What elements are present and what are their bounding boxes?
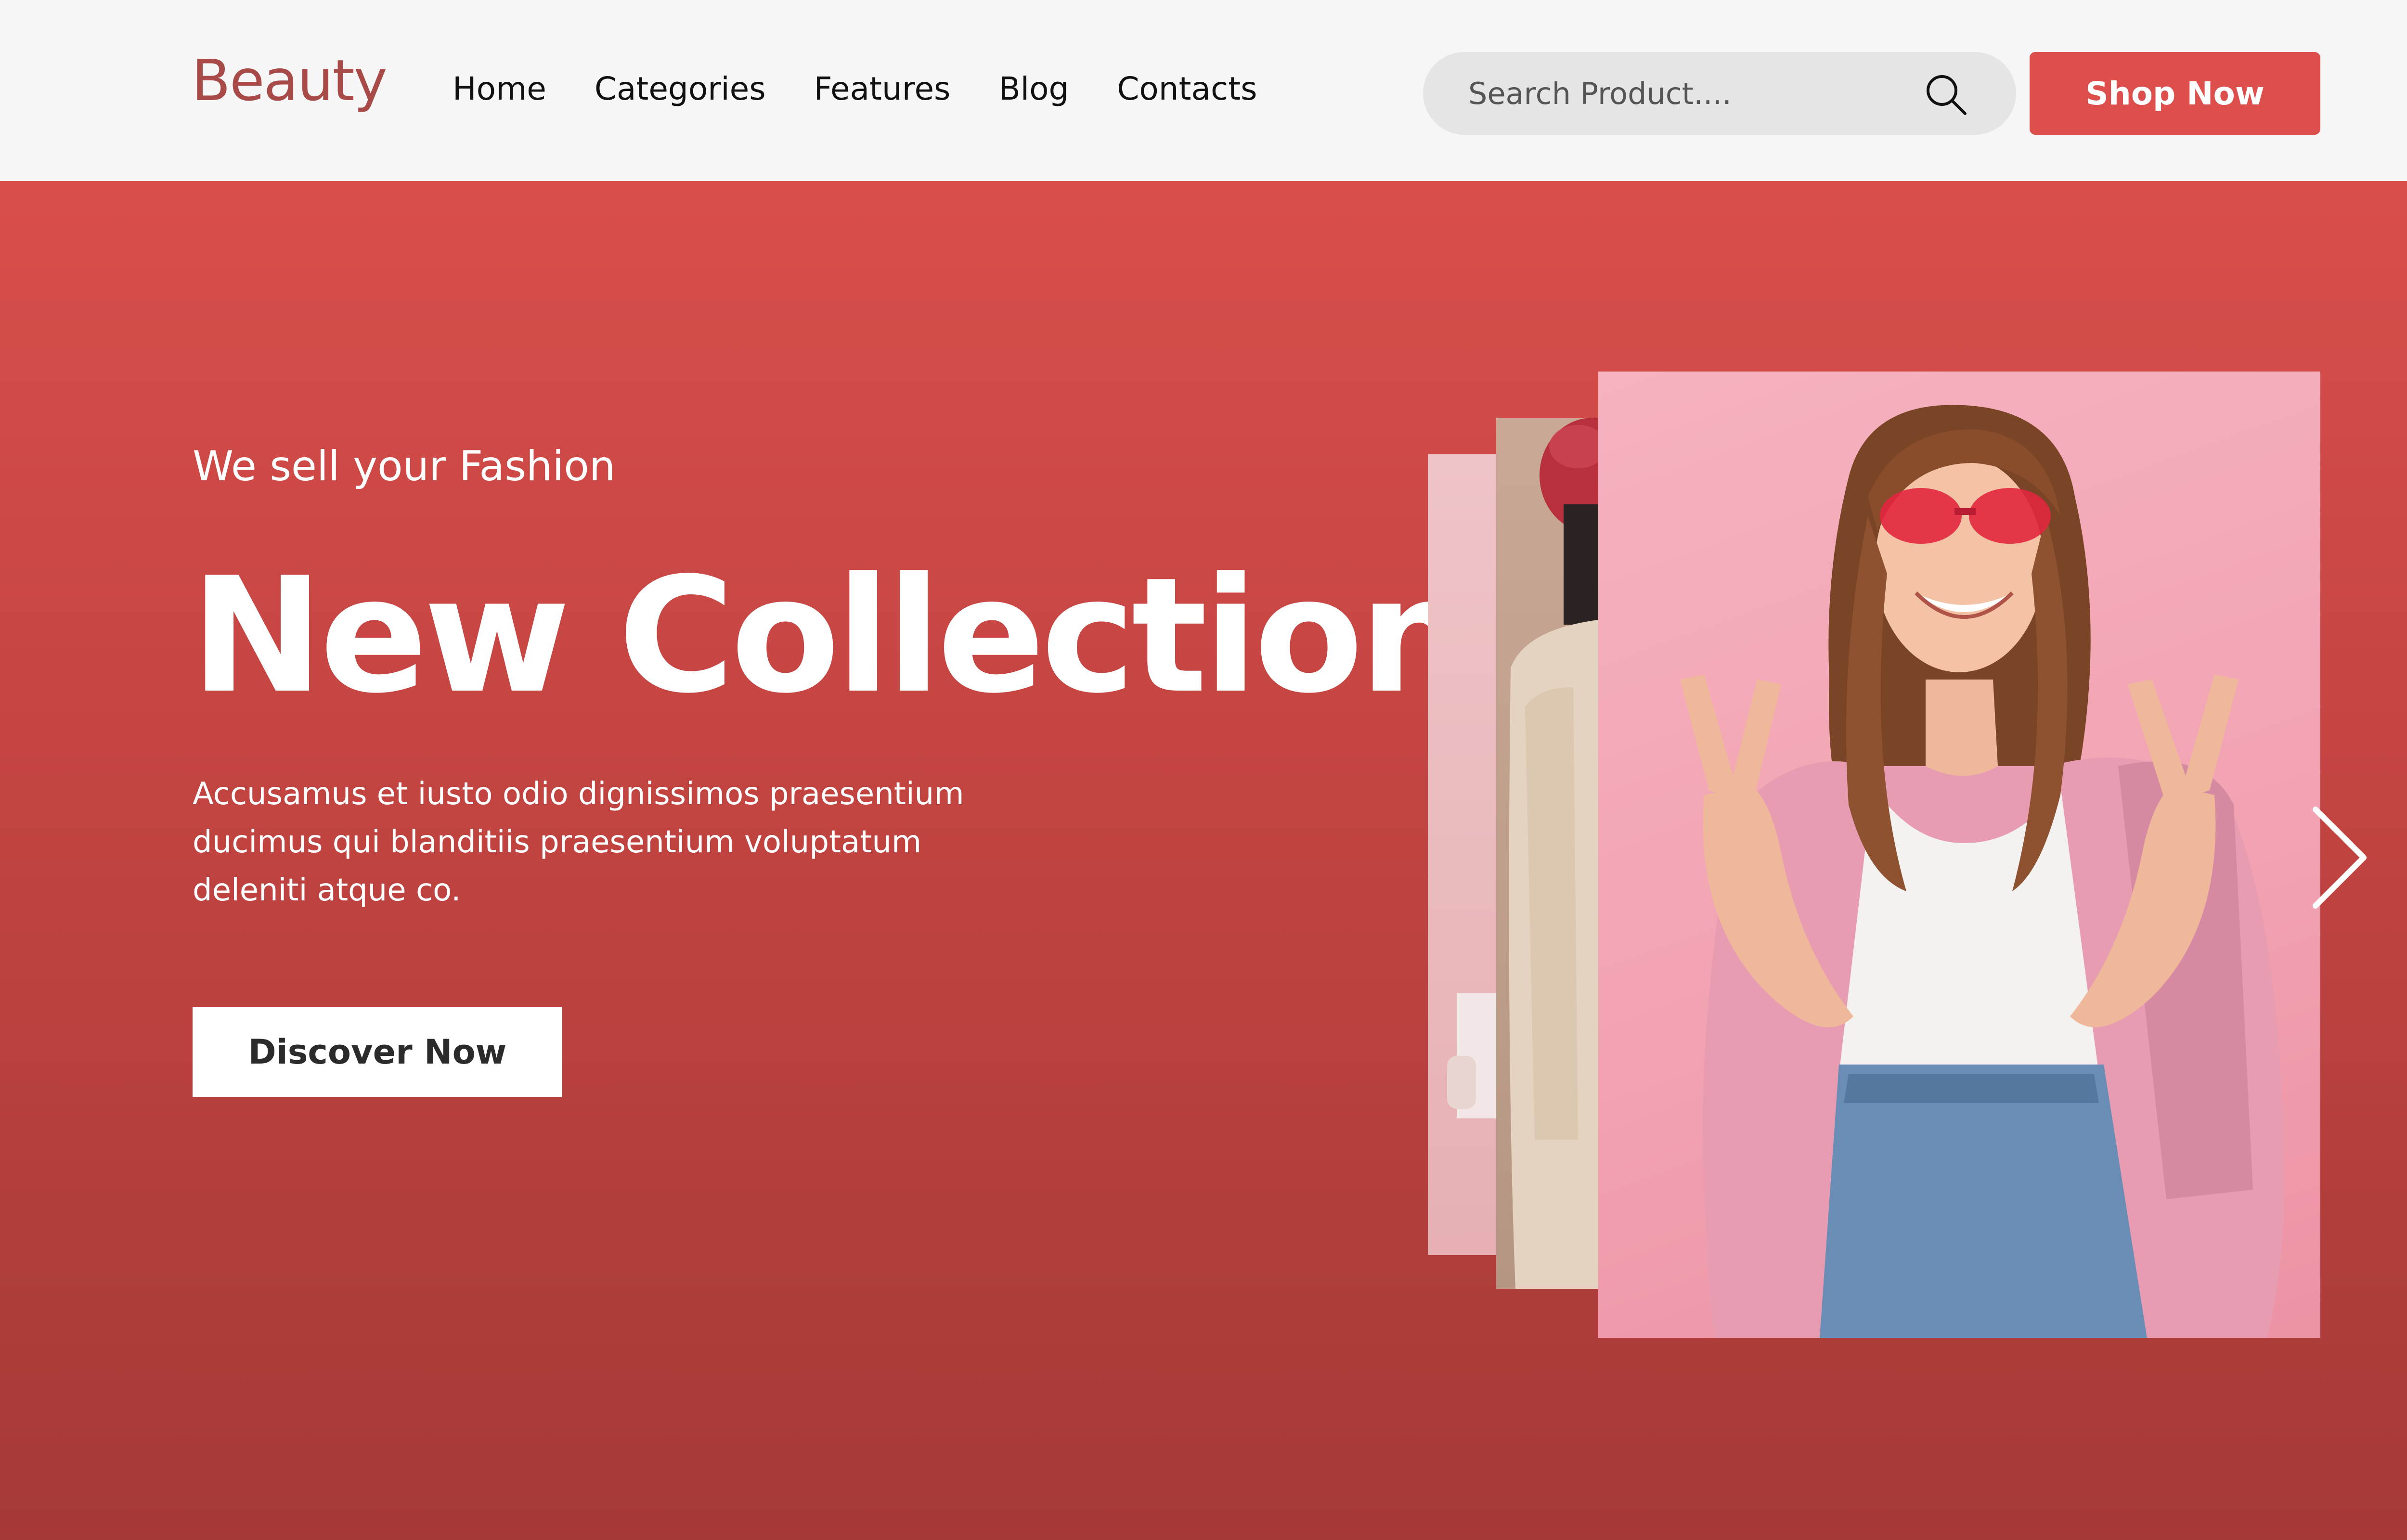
chevron-right-icon[interactable] — [2306, 800, 2373, 915]
carousel-slide-active[interactable] — [1598, 372, 2320, 1338]
shop-now-button[interactable]: Shop Now — [2030, 52, 2320, 135]
site-header: Beauty Home Categories Features Blog Con… — [0, 0, 2407, 181]
nav-item-categories[interactable]: Categories — [595, 73, 766, 105]
nav-item-blog[interactable]: Blog — [998, 73, 1069, 105]
fashion-photo-pink — [1447, 993, 1496, 1118]
search-input[interactable] — [1467, 69, 1901, 117]
fashion-photo-woman-peace-sign — [1680, 405, 2285, 1338]
carousel-slide-middle — [1496, 418, 1598, 1289]
hero-section: We sell your Fashion New Collection Accu… — [0, 181, 2407, 1540]
search-icon[interactable] — [1923, 71, 1969, 117]
main-nav: Home Categories Features Blog Contacts — [453, 73, 1257, 105]
hero-tagline: We sell your Fashion — [193, 442, 616, 490]
fashion-photo-red-beret — [1509, 418, 1598, 1289]
hero-description: Accusamus et iusto odio dignissimos prae… — [193, 776, 964, 908]
nav-item-contacts[interactable]: Contacts — [1117, 73, 1257, 105]
nav-item-home[interactable]: Home — [453, 73, 546, 105]
logo[interactable]: Beauty — [192, 52, 388, 109]
hero-headline: New Collection — [191, 543, 1473, 728]
search-bar — [1423, 52, 2016, 135]
carousel-slide-back — [1428, 454, 1496, 1255]
discover-now-button[interactable]: Discover Now — [193, 1007, 562, 1097]
nav-item-features[interactable]: Features — [814, 73, 951, 105]
